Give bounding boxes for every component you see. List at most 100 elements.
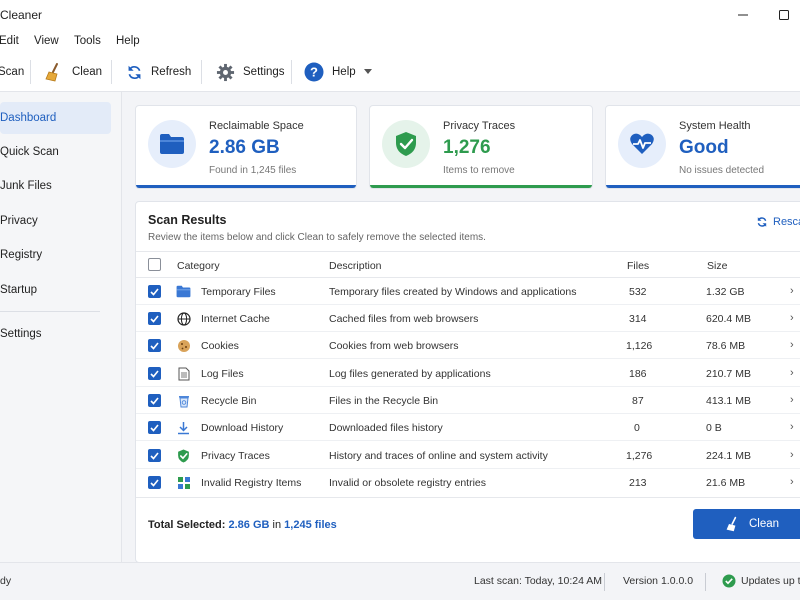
card-label: System Health bbox=[679, 120, 751, 132]
refresh-button[interactable]: Refresh bbox=[126, 52, 191, 92]
sidebar-item-label: Junk Files bbox=[0, 180, 52, 192]
card-system-health: System Health Good No issues detected bbox=[605, 105, 800, 189]
clean-toolbar-button[interactable]: Clean bbox=[44, 52, 102, 92]
chevron-right-icon[interactable]: › bbox=[790, 421, 794, 433]
cookie-icon bbox=[176, 338, 191, 353]
clean-button[interactable]: Clean bbox=[693, 509, 800, 539]
column-header-files[interactable]: Files bbox=[627, 260, 649, 272]
chevron-right-icon[interactable]: › bbox=[790, 285, 794, 297]
chevron-right-icon[interactable]: › bbox=[790, 394, 794, 406]
row-size: 210.7 MB bbox=[706, 368, 751, 380]
card-label: Reclaimable Space bbox=[209, 120, 304, 132]
row-size: 224.1 MB bbox=[706, 450, 751, 462]
row-checkbox[interactable] bbox=[148, 421, 161, 434]
sidebar-divider bbox=[0, 311, 100, 312]
menu-view[interactable]: View bbox=[34, 35, 59, 47]
maximize-icon bbox=[779, 10, 789, 20]
card-icon-circle bbox=[148, 120, 196, 168]
card-icon-circle bbox=[382, 120, 430, 168]
select-all-checkbox[interactable] bbox=[148, 258, 161, 271]
row-description: Cookies from web browsers bbox=[329, 340, 459, 352]
row-description: Log files generated by applications bbox=[329, 368, 491, 380]
recycle-bin-icon bbox=[176, 393, 191, 408]
checkmark-icon bbox=[150, 341, 159, 350]
checkmark-icon bbox=[150, 423, 159, 432]
refresh-label: Refresh bbox=[151, 66, 192, 78]
column-header-description[interactable]: Description bbox=[329, 260, 382, 272]
checkmark-icon bbox=[150, 478, 159, 487]
checkmark-icon bbox=[150, 369, 159, 378]
settings-toolbar-button[interactable]: Settings bbox=[216, 52, 285, 92]
row-size: 620.4 MB bbox=[706, 313, 751, 325]
refresh-icon bbox=[128, 65, 141, 79]
rescan-label: Rescan bbox=[773, 216, 800, 228]
table-row[interactable]: Cookies Cookies from web browsers 1,126 … bbox=[136, 332, 800, 359]
menu-help[interactable]: Help bbox=[116, 35, 140, 47]
sidebar-item-label: Privacy bbox=[0, 215, 38, 227]
table-header: Category Description Files Size bbox=[136, 251, 800, 278]
shield-check-icon bbox=[176, 448, 191, 463]
help-circle-icon: ? bbox=[304, 62, 324, 82]
sidebar-item-startup[interactable]: Startup bbox=[0, 274, 111, 306]
version-text: Version 1.0.0.0 bbox=[623, 575, 694, 587]
total-size: 2.86 GB bbox=[228, 519, 270, 531]
row-checkbox[interactable] bbox=[148, 339, 161, 352]
card-icon-circle bbox=[618, 120, 666, 168]
row-checkbox[interactable] bbox=[148, 285, 161, 298]
checkmark-icon bbox=[150, 396, 159, 405]
sidebar-item-settings[interactable]: Settings bbox=[0, 318, 111, 350]
help-button[interactable]: ? Help bbox=[304, 52, 372, 92]
card-value: 2.86 GB bbox=[209, 137, 280, 158]
card-reclaimable-space: Reclaimable Space 2.86 GB Found in 1,245… bbox=[135, 105, 357, 189]
table-row[interactable]: Temporary Files Temporary files created … bbox=[136, 278, 800, 305]
checkmark-icon bbox=[150, 451, 159, 460]
settings-toolbar-label: Settings bbox=[243, 66, 285, 78]
clean-toolbar-label: Clean bbox=[72, 66, 103, 78]
table-row[interactable]: Internet Cache Cached files from web bro… bbox=[136, 305, 800, 332]
row-size: 0 B bbox=[706, 422, 722, 434]
chevron-right-icon[interactable]: › bbox=[790, 449, 794, 461]
row-checkbox[interactable] bbox=[148, 312, 161, 325]
status-bar: dy Last scan: Today, 10:24 AM Version 1.… bbox=[0, 562, 800, 600]
refresh-icon bbox=[757, 217, 767, 227]
sidebar-item-registry[interactable]: Registry bbox=[0, 239, 111, 271]
card-accent-bar bbox=[370, 185, 592, 188]
chevron-right-icon[interactable]: › bbox=[790, 312, 794, 324]
table-row[interactable]: Download History Downloaded files histor… bbox=[136, 414, 800, 441]
menu-tools[interactable]: Tools bbox=[74, 35, 101, 47]
rescan-button[interactable]: Rescan bbox=[756, 216, 800, 228]
minimize-button[interactable] bbox=[729, 4, 757, 26]
menu-edit[interactable]: Edit bbox=[0, 35, 19, 47]
maximize-button[interactable] bbox=[770, 4, 798, 26]
sidebar-item-junk-files[interactable]: Junk Files bbox=[0, 170, 111, 202]
row-checkbox[interactable] bbox=[148, 476, 161, 489]
chevron-right-icon[interactable]: › bbox=[790, 476, 794, 488]
scan-button[interactable]: Scan bbox=[0, 52, 24, 92]
row-checkbox[interactable] bbox=[148, 449, 161, 462]
card-label: Privacy Traces bbox=[443, 120, 516, 132]
sidebar-item-quick-scan[interactable]: Quick Scan bbox=[0, 136, 111, 168]
table-row[interactable]: Log Files Log files generated by applica… bbox=[136, 360, 800, 387]
chevron-right-icon[interactable]: › bbox=[790, 339, 794, 351]
card-value: 1,276 bbox=[443, 137, 491, 158]
sidebar-item-dashboard[interactable]: Dashboard bbox=[0, 102, 111, 134]
row-checkbox[interactable] bbox=[148, 394, 161, 407]
table-row[interactable]: Privacy Traces History and traces of onl… bbox=[136, 442, 800, 469]
window-title: Cleaner bbox=[0, 8, 43, 22]
row-description: History and traces of online and system … bbox=[329, 450, 548, 462]
total-in: in bbox=[272, 519, 282, 531]
card-subtext: Found in 1,245 files bbox=[209, 165, 297, 176]
column-header-size[interactable]: Size bbox=[707, 260, 727, 272]
sidebar-item-label: Quick Scan bbox=[0, 146, 59, 158]
column-header-category[interactable]: Category bbox=[177, 260, 220, 272]
row-checkbox[interactable] bbox=[148, 367, 161, 380]
row-size: 21.6 MB bbox=[706, 477, 746, 489]
row-size: 413.1 MB bbox=[706, 395, 751, 407]
table-row[interactable]: Invalid Registry Items Invalid or obsole… bbox=[136, 469, 800, 496]
chevron-right-icon[interactable]: › bbox=[790, 367, 794, 379]
updates-text: Updates up to bbox=[741, 575, 800, 587]
table-row[interactable]: Recycle Bin Files in the Recycle Bin 87 … bbox=[136, 387, 800, 414]
sidebar-item-privacy[interactable]: Privacy bbox=[0, 205, 111, 237]
clean-button-label: Clean bbox=[749, 518, 780, 530]
row-description: Downloaded files history bbox=[329, 422, 443, 434]
